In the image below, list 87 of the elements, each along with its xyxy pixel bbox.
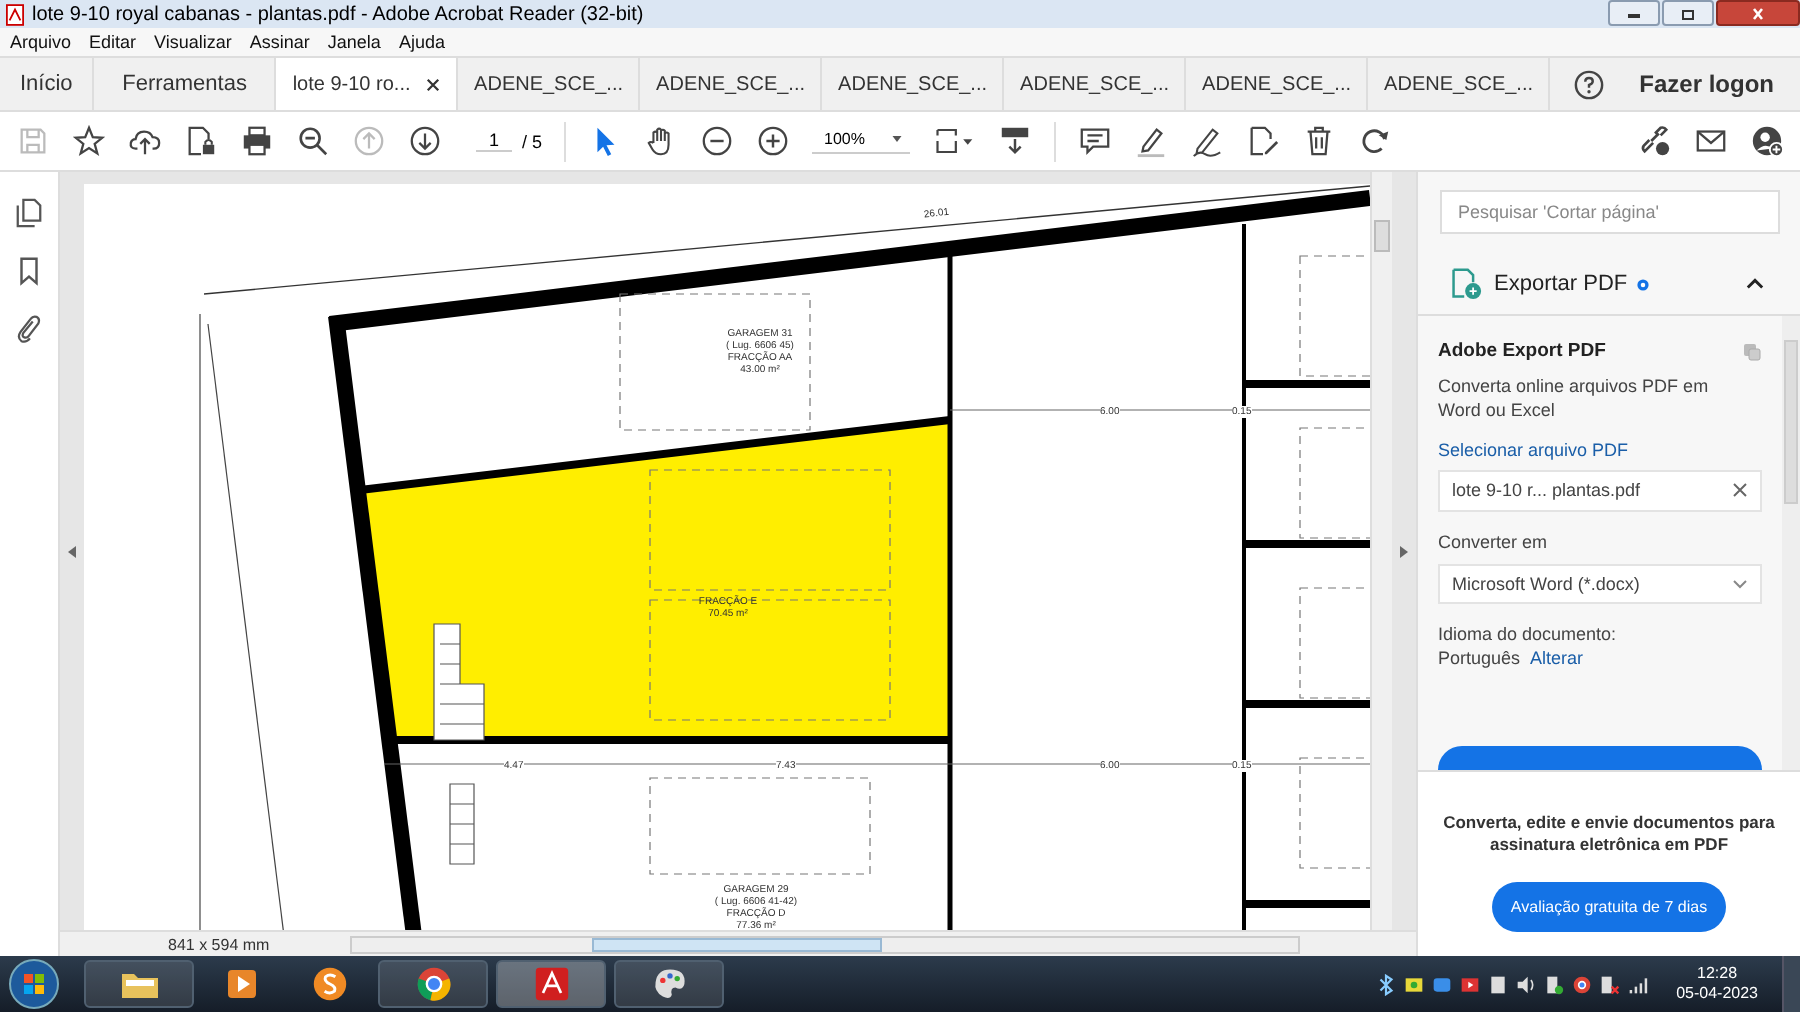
mail-icon[interactable] <box>1694 124 1728 158</box>
select-file-link[interactable]: Selecionar arquivo PDF <box>1438 440 1762 460</box>
zoom-out-icon[interactable] <box>700 124 735 158</box>
page-number-field[interactable]: 1 <box>476 130 512 152</box>
window-title: lote 9-10 royal cabanas - plantas.pdf - Adobe Acrobat Reader (32-bit) <box>32 3 644 25</box>
chrome-icon[interactable] <box>1572 973 1593 995</box>
search-icon[interactable] <box>296 124 330 158</box>
share-link-icon[interactable] <box>1638 124 1672 158</box>
field-label: Idioma do documento: <box>1438 622 1619 647</box>
file-field[interactable]: lote 9-10 r... plantas.pdf <box>1438 470 1762 512</box>
page-size-label: 841 x 594 mm <box>166 935 272 953</box>
locked-file-icon[interactable] <box>184 124 218 158</box>
help-icon[interactable] <box>1573 69 1604 99</box>
scroll-thumb[interactable] <box>1374 220 1390 252</box>
minimize-button[interactable] <box>1608 0 1660 26</box>
volume-icon[interactable] <box>1516 973 1537 995</box>
menu-item[interactable]: Janela <box>327 32 381 52</box>
highlighter-icon[interactable] <box>1134 124 1169 158</box>
promo-text: Converta, edite e envie documentos para assinatura eletrônica em PDF <box>1441 812 1777 856</box>
tab[interactable]: lote 9-10 ro... <box>276 58 459 110</box>
menu-item[interactable]: Editar <box>89 32 137 52</box>
close-icon[interactable] <box>1732 482 1748 499</box>
restore-button[interactable] <box>1662 0 1714 26</box>
settings-icon[interactable] <box>1635 277 1650 291</box>
taskbar-app[interactable] <box>614 960 724 1008</box>
vertical-scrollbar[interactable] <box>1782 316 1800 770</box>
free-trial-button[interactable]: Avaliação gratuita de 7 dias <box>1492 882 1726 932</box>
language-value: Português <box>1438 646 1521 671</box>
rotate-icon[interactable] <box>1358 124 1393 158</box>
menu-item[interactable]: Assinar <box>249 32 310 52</box>
tray-app-icon[interactable] <box>1432 973 1453 995</box>
section-header[interactable]: Exportar PDF <box>1418 254 1800 316</box>
pages-icon[interactable] <box>14 198 44 228</box>
letter-s-app-icon <box>310 966 350 1002</box>
chrome-icon <box>413 966 453 1002</box>
page-fit-icon[interactable] <box>932 124 977 158</box>
tray-app-icon[interactable] <box>1460 973 1481 995</box>
signal-icon[interactable] <box>1628 973 1649 995</box>
collapse-icon[interactable] <box>1746 278 1764 290</box>
convert-button[interactable] <box>1438 746 1762 770</box>
start-button[interactable] <box>8 958 60 1010</box>
media-player-icon <box>222 966 262 1002</box>
close-button[interactable] <box>1716 0 1800 26</box>
field-label: Converter em <box>1438 529 1550 554</box>
next-page-icon[interactable] <box>408 124 442 158</box>
vertical-scrollbar[interactable] <box>1370 172 1392 930</box>
edit-document-icon[interactable] <box>1246 124 1281 158</box>
print-icon[interactable] <box>240 124 274 158</box>
scroll-icon[interactable] <box>998 124 1033 158</box>
menu-item[interactable]: Visualizar <box>154 32 232 52</box>
collapse-left-icon[interactable] <box>68 545 76 557</box>
horizontal-scrollbar[interactable] <box>349 935 1300 953</box>
restore-icon[interactable] <box>1678 7 1698 19</box>
tray-app-icon[interactable] <box>1404 973 1425 995</box>
sign-in-link[interactable]: Fazer logon <box>1639 70 1774 98</box>
scroll-thumb[interactable] <box>591 937 882 951</box>
export-pdf-icon <box>1450 268 1482 300</box>
zoom-in-icon[interactable] <box>756 124 791 158</box>
page-count: / 5 <box>522 131 543 151</box>
clock-date[interactable]: 05-04-2023 <box>1676 984 1758 1004</box>
taskbar-app[interactable] <box>378 960 488 1008</box>
scroll-thumb[interactable] <box>1784 340 1798 504</box>
expand-right-icon[interactable] <box>1400 545 1408 557</box>
zoom-dropdown[interactable]: 100% <box>812 129 911 153</box>
search-field[interactable]: Pesquisar 'Cortar página' <box>1440 190 1780 234</box>
paperclip-icon[interactable] <box>14 314 44 344</box>
cloud-upload-icon[interactable] <box>128 124 162 158</box>
menu-item[interactable]: Ajuda <box>398 32 445 52</box>
comment-icon[interactable] <box>1078 124 1113 158</box>
format-dropdown[interactable]: Microsoft Word (*.docx) <box>1438 563 1762 605</box>
add-user-icon[interactable] <box>1750 124 1784 158</box>
bookmark-icon[interactable] <box>14 256 44 286</box>
signature-pen-icon[interactable] <box>1190 124 1225 158</box>
chevron-down-icon <box>1732 575 1748 592</box>
change-link[interactable]: Alterar <box>1530 648 1584 669</box>
taskbar-app[interactable] <box>84 960 194 1008</box>
pdf-icon <box>531 966 571 1002</box>
description-text: Converta online arquivos PDF em Word ou Excel <box>1438 374 1711 422</box>
caret-icon[interactable] <box>892 135 903 141</box>
star-icon[interactable] <box>72 124 106 158</box>
clock-time[interactable]: 12:28 <box>1697 964 1738 984</box>
close-icon[interactable] <box>426 77 441 91</box>
palette-icon <box>649 966 689 1002</box>
bluetooth-icon[interactable] <box>1376 973 1397 995</box>
tray-app-icon[interactable] <box>1488 973 1509 995</box>
menu-item[interactable]: Arquivo <box>10 32 72 52</box>
panel-heading: Adobe Export PDF <box>1438 340 1606 362</box>
